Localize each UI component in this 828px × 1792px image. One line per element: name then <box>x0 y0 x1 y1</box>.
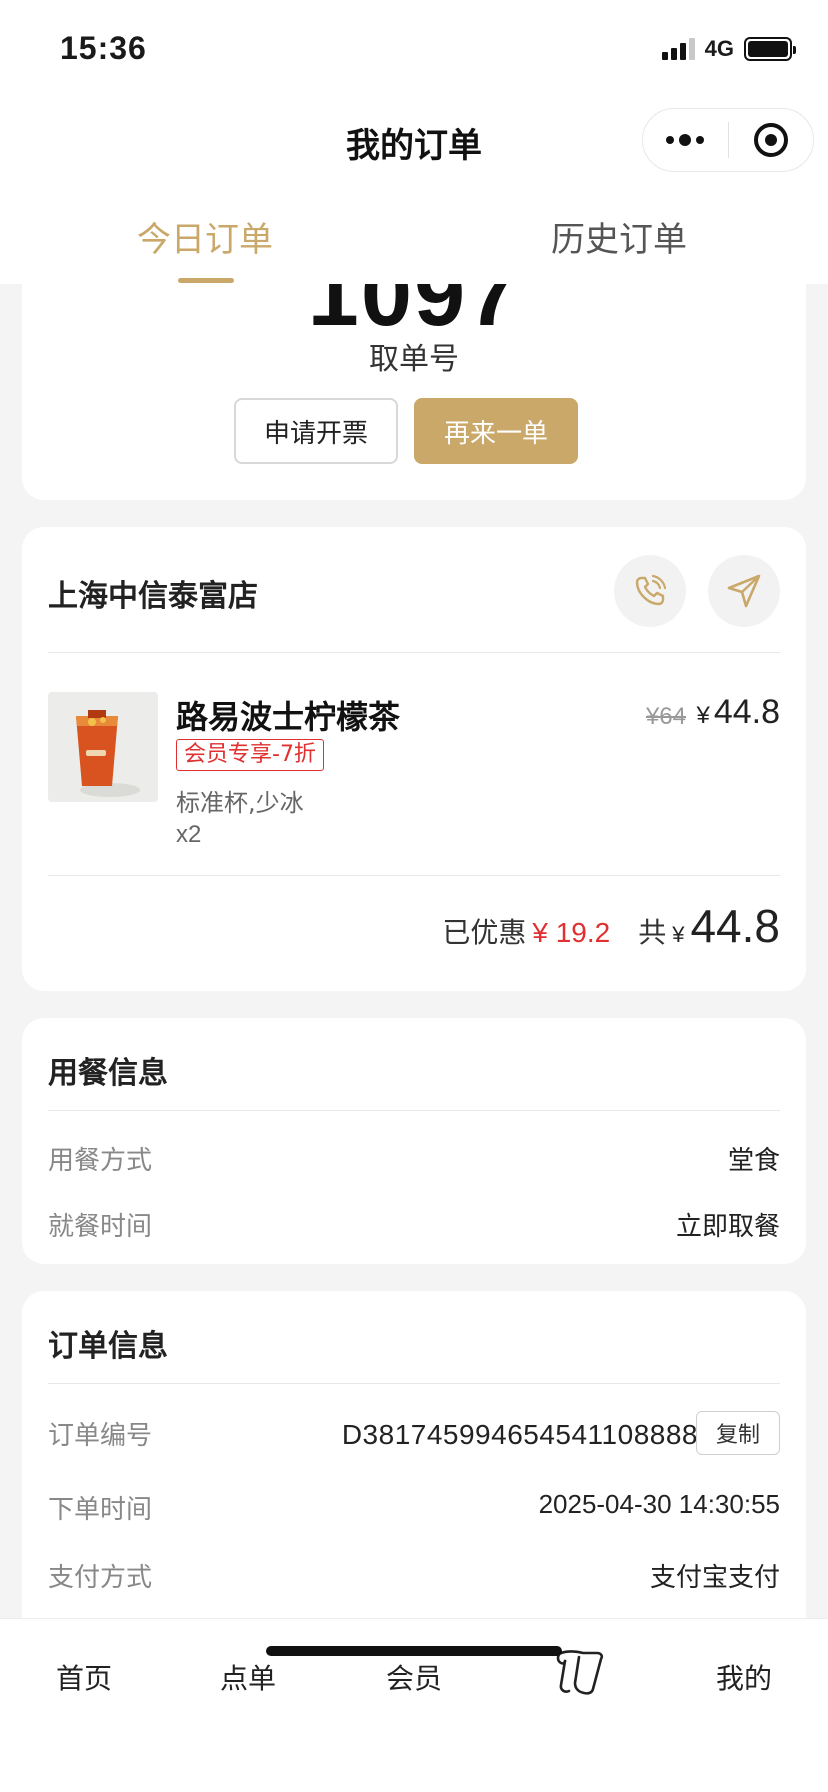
active-tab-indicator <box>178 278 234 283</box>
request-invoice-button[interactable]: 申请开票 <box>234 398 398 464</box>
tabbar-home[interactable]: 首页 <box>24 1657 144 1697</box>
order-time-value: 2025-04-30 14:30:55 <box>538 1489 780 1519</box>
order-tabs: 今日订单 历史订单 <box>0 184 828 284</box>
tabbar-mine[interactable]: 我的 <box>684 1657 804 1697</box>
dining-divider <box>48 1110 780 1111</box>
bottom-tab-bar: 首页 点单 会员 我的 <box>0 1618 828 1792</box>
more-button[interactable] <box>643 109 728 171</box>
original-price: ¥64 <box>645 703 686 730</box>
home-indicator <box>266 1646 562 1656</box>
order-time-label: 下单时间 <box>48 1495 153 1525</box>
mini-program-capsule <box>642 108 814 172</box>
close-button[interactable] <box>729 109 814 171</box>
store-name: 上海中信泰富店 <box>48 579 258 614</box>
saved-amount: ¥ 19.2 <box>532 917 611 948</box>
order-info-card: 订单信息 订单编号 D381745994654541108888 复制 下单时间… <box>22 1291 806 1631</box>
status-indicators: 4G <box>661 36 796 62</box>
member-discount-badge: 会员专享-7折 <box>176 739 324 772</box>
order-info-title: 订单信息 <box>48 1329 168 1364</box>
tab-today-orders[interactable]: 今日订单 <box>55 212 355 261</box>
order-number-label: 订单编号 <box>48 1421 153 1451</box>
total-currency: ¥ <box>672 922 685 947</box>
copy-order-number-button[interactable]: 复制 <box>696 1411 780 1455</box>
order-number-value: D381745994654541108888 <box>341 1419 698 1450</box>
store-divider <box>48 652 780 653</box>
network-type: 4G <box>704 36 734 61</box>
tabbar-order[interactable]: 点单 <box>188 1657 308 1697</box>
total-label: 共 <box>638 916 667 949</box>
total-amount: 44.8 <box>690 900 780 952</box>
battery-icon <box>744 37 796 61</box>
store-card: 上海中信泰富店 路易波士柠檬茶 会员专享-7折 标准杯,少冰 x2 ¥64 ¥4… <box>22 527 806 991</box>
reorder-button[interactable]: 再来一单 <box>414 398 578 464</box>
nav-bar: 我的订单 <box>0 100 828 184</box>
dining-method-label: 用餐方式 <box>48 1146 153 1176</box>
product-quantity: x2 <box>176 821 202 848</box>
dining-info-card: 用餐信息 用餐方式 堂食 就餐时间 立即取餐 <box>22 1018 806 1264</box>
status-bar: 15:36 4G <box>0 0 828 100</box>
product-spec: 标准杯,少冰 <box>176 789 304 817</box>
current-price: ¥44.8 <box>696 693 780 732</box>
payment-method-value: 支付宝支付 <box>649 1563 780 1593</box>
product-image <box>48 692 158 802</box>
order-divider <box>48 1383 780 1384</box>
dining-method-value: 堂食 <box>727 1146 780 1176</box>
phone-icon <box>635 574 667 606</box>
tabbar-member[interactable]: 会员 <box>354 1657 474 1697</box>
navigate-store-button[interactable] <box>708 555 780 627</box>
product-name: 路易波士柠檬茶 <box>176 698 401 736</box>
dining-time-label: 就餐时间 <box>48 1212 153 1242</box>
pickup-label: 取单号 <box>369 342 459 377</box>
target-icon <box>753 123 788 157</box>
more-dots-icon <box>666 134 705 146</box>
call-store-button[interactable] <box>614 555 686 627</box>
saved-label: 已优惠 <box>442 916 527 949</box>
product-divider <box>48 875 780 876</box>
status-time: 15:36 <box>60 30 147 66</box>
order-summary: 已优惠 ¥ 19.2 共 ¥ 44.8 <box>442 899 780 953</box>
signal-icon <box>661 38 695 60</box>
tab-history-orders[interactable]: 历史订单 <box>469 212 769 261</box>
currency-symbol: ¥ <box>696 702 710 729</box>
current-price-value: 44.8 <box>713 693 780 731</box>
dining-time-value: 立即取餐 <box>675 1212 780 1242</box>
navigation-arrow-icon <box>727 574 761 608</box>
scroll-icon <box>556 1650 604 1695</box>
dining-info-title: 用餐信息 <box>48 1056 168 1091</box>
payment-method-label: 支付方式 <box>48 1563 153 1593</box>
